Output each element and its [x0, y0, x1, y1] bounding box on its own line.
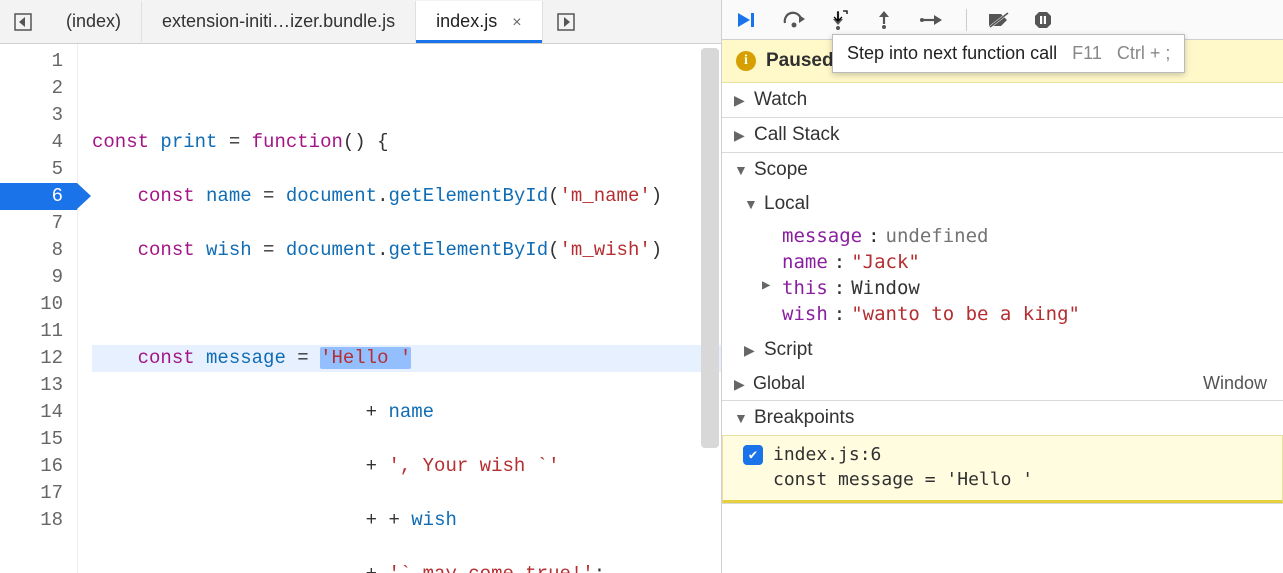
info-icon: i: [736, 51, 756, 71]
scope-script-header[interactable]: ▶ Script: [722, 333, 1283, 367]
step-out-icon[interactable]: [874, 10, 900, 30]
collapse-icon: ▶: [734, 92, 748, 109]
line-num: 10: [0, 291, 77, 318]
tab-nav-prev-icon[interactable]: [6, 5, 40, 39]
collapse-icon: ▶: [734, 376, 748, 393]
close-tab-icon[interactable]: ×: [512, 14, 521, 31]
line-num: 18: [0, 507, 77, 534]
line-num: 11: [0, 318, 77, 345]
step-into-tooltip: Step into next function call F11 Ctrl + …: [832, 34, 1185, 73]
code-body: const print = function() { const name = …: [78, 44, 721, 573]
step-into-icon[interactable]: [828, 10, 854, 30]
tab-label: index.js: [436, 11, 497, 31]
step-over-icon[interactable]: [782, 11, 808, 29]
tab-index-page[interactable]: (index): [46, 1, 142, 42]
scope-var-name[interactable]: name: "Jack": [752, 249, 1283, 275]
line-num: 3: [0, 102, 77, 129]
breakpoint-snippet: const message = 'Hello ': [743, 465, 1268, 490]
tooltip-shortcut: F11: [1072, 43, 1102, 63]
tab-extension-bundle[interactable]: extension-initi…izer.bundle.js: [142, 1, 416, 42]
breakpoint-item[interactable]: ✔ index.js:6 const message = 'Hello ': [722, 435, 1283, 503]
resume-icon[interactable]: [736, 11, 762, 29]
breakpoint-location: index.js:6: [773, 444, 881, 465]
line-num: 12: [0, 345, 77, 372]
line-num: 16: [0, 453, 77, 480]
breakpoint-checkbox[interactable]: ✔: [743, 445, 763, 465]
line-num: 1: [0, 48, 77, 75]
line-num: 14: [0, 399, 77, 426]
breakpoints-section: ▼ Breakpoints ✔ index.js:6 const message …: [722, 401, 1283, 504]
pause-on-exceptions-icon[interactable]: [1033, 10, 1059, 30]
expand-icon: ▼: [744, 196, 758, 212]
collapse-icon: ▶: [762, 277, 776, 299]
deactivate-breakpoints-icon[interactable]: [987, 11, 1013, 29]
line-num: 2: [0, 75, 77, 102]
expand-icon: ▼: [734, 162, 748, 178]
line-num: 8: [0, 237, 77, 264]
line-num: 9: [0, 264, 77, 291]
tooltip-text: Step into next function call: [847, 43, 1057, 63]
tooltip-shortcut: Ctrl + ;: [1117, 43, 1171, 63]
sources-panel: (index) extension-initi…izer.bundle.js i…: [0, 0, 722, 573]
step-icon[interactable]: [920, 12, 946, 28]
tab-nav-next-icon[interactable]: [549, 5, 583, 39]
callstack-section[interactable]: ▶ Call Stack: [722, 118, 1283, 153]
line-num: 17: [0, 480, 77, 507]
scope-var-message[interactable]: message: undefined: [752, 223, 1283, 249]
line-num: 7: [0, 210, 77, 237]
breakpoints-header[interactable]: ▼ Breakpoints: [722, 401, 1283, 435]
scope-var-wish[interactable]: wish: "wanto to be a king": [752, 301, 1283, 327]
section-title: Breakpoints: [754, 407, 854, 429]
paused-text: Paused: [766, 50, 834, 72]
scope-section: ▼ Scope ▼ Local message: undefined name: "…: [722, 153, 1283, 401]
scope-global-value: Window: [1203, 373, 1267, 394]
scope-script-title: Script: [764, 339, 813, 361]
tab-index-js[interactable]: index.js ×: [416, 1, 542, 42]
collapse-icon: ▶: [734, 127, 748, 144]
scope-global-header[interactable]: ▶ Global Window: [722, 367, 1283, 400]
section-title: Call Stack: [754, 124, 840, 146]
debug-toolbar: Step into next function call F11 Ctrl + …: [722, 0, 1283, 40]
scope-local-body: message: undefined name: "Jack" ▶this: W…: [722, 221, 1283, 333]
toolbar-separator: [966, 9, 967, 31]
line-gutter: 1 2 3 4 5 6 7 8 9 10 11 12 13 14 15 16 1…: [0, 44, 78, 573]
scope-global-title: Global: [753, 373, 805, 393]
section-title: Scope: [754, 159, 808, 181]
editor-scrollbar[interactable]: [701, 48, 719, 448]
scope-local-header[interactable]: ▼ Local: [722, 187, 1283, 221]
tab-bar: (index) extension-initi…izer.bundle.js i…: [0, 0, 721, 44]
line-num: 13: [0, 372, 77, 399]
debugger-panel: Step into next function call F11 Ctrl + …: [722, 0, 1283, 573]
scope-header[interactable]: ▼ Scope: [722, 153, 1283, 187]
watch-section[interactable]: ▶ Watch: [722, 83, 1283, 118]
line-num: 4: [0, 129, 77, 156]
line-num-current: 6: [0, 183, 77, 210]
section-title: Watch: [754, 89, 807, 111]
scope-var-this[interactable]: ▶this: Window: [752, 275, 1283, 301]
scope-local-title: Local: [764, 193, 809, 215]
collapse-icon: ▶: [744, 342, 758, 359]
line-num: 5: [0, 156, 77, 183]
expand-icon: ▼: [734, 410, 748, 426]
line-num: 15: [0, 426, 77, 453]
code-editor[interactable]: 1 2 3 4 5 6 7 8 9 10 11 12 13 14 15 16 1…: [0, 44, 721, 573]
